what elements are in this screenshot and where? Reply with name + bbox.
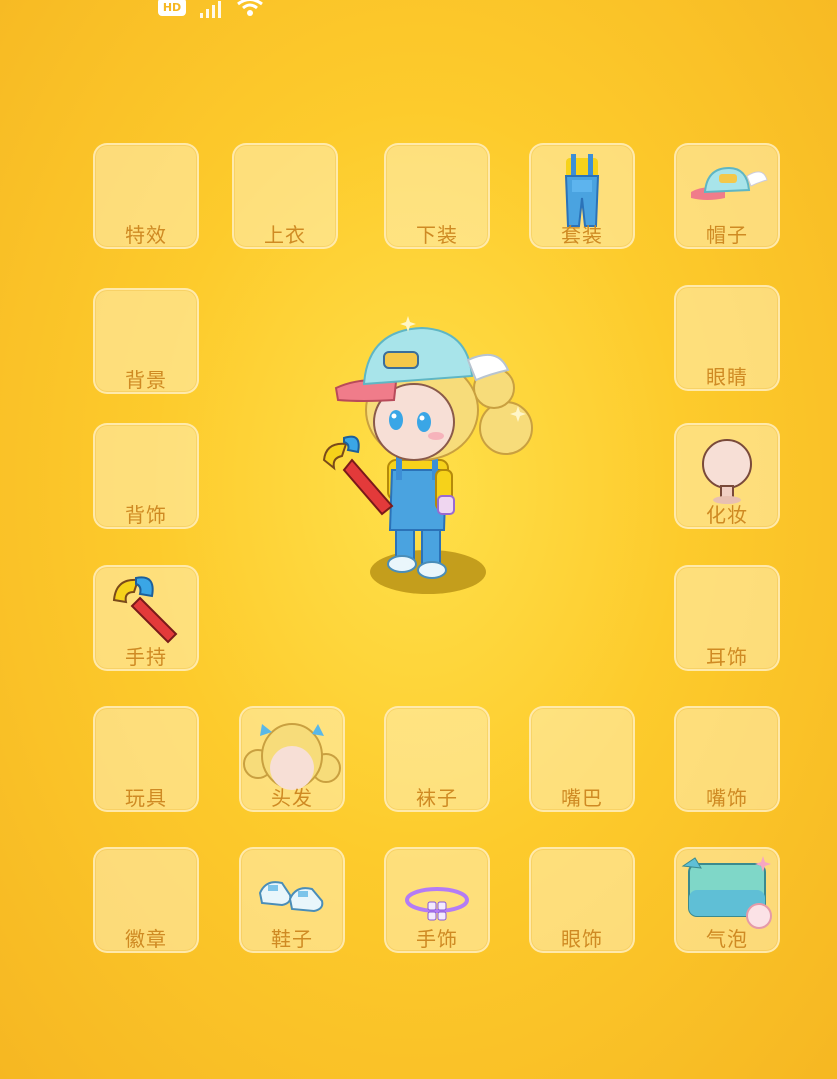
slot-label: 眼睛 bbox=[706, 365, 748, 389]
slot-yanshi[interactable]: 眼饰 bbox=[529, 847, 635, 953]
slot-label: 眼饰 bbox=[561, 927, 603, 951]
bracelet-icon bbox=[405, 887, 469, 921]
slot-label: 套装 bbox=[561, 223, 603, 247]
slot-shouchi[interactable]: 手持 bbox=[93, 565, 199, 671]
wifi-icon bbox=[237, 0, 263, 16]
slot-label: 上衣 bbox=[264, 223, 306, 247]
slot-huizhang[interactable]: 徽章 bbox=[93, 847, 199, 953]
slot-label: 下装 bbox=[416, 223, 458, 247]
slot-label: 头发 bbox=[271, 786, 313, 810]
slot-label: 手饰 bbox=[416, 927, 458, 951]
overalls-icon bbox=[564, 153, 600, 227]
slot-label: 耳饰 bbox=[706, 645, 748, 669]
slot-label: 玩具 bbox=[125, 786, 167, 810]
slot-beishi[interactable]: 背饰 bbox=[93, 423, 199, 529]
slot-shangyi[interactable]: 上衣 bbox=[232, 143, 338, 249]
signal-icon bbox=[200, 0, 221, 18]
slot-zuiba[interactable]: 嘴巴 bbox=[529, 706, 635, 812]
slot-label: 帽子 bbox=[706, 223, 748, 247]
slot-shoushi[interactable]: 手饰 bbox=[384, 847, 490, 953]
slot-qipao[interactable]: 气泡 bbox=[674, 847, 780, 953]
slot-label: 气泡 bbox=[706, 927, 748, 951]
slot-label: 嘴巴 bbox=[561, 786, 603, 810]
slot-label: 特效 bbox=[125, 223, 167, 247]
slot-label: 手持 bbox=[125, 645, 167, 669]
slot-wanju[interactable]: 玩具 bbox=[93, 706, 199, 812]
slot-toufa[interactable]: 头发 bbox=[239, 706, 345, 812]
head-mannequin-icon bbox=[702, 438, 752, 504]
hd-badge: HD bbox=[158, 0, 186, 16]
slot-label: 袜子 bbox=[416, 786, 458, 810]
slot-zuishi[interactable]: 嘴饰 bbox=[674, 706, 780, 812]
slot-yanjing[interactable]: 眼睛 bbox=[674, 285, 780, 391]
slot-label: 化妆 bbox=[706, 503, 748, 527]
chat-bubble-icon bbox=[681, 855, 772, 929]
slot-maozi[interactable]: 帽子 bbox=[674, 143, 780, 249]
slot-taozhuang[interactable]: 套装 bbox=[529, 143, 635, 249]
slot-label: 嘴饰 bbox=[706, 786, 748, 810]
slot-beijing[interactable]: 背景 bbox=[93, 288, 199, 394]
slot-wazi[interactable]: 袜子 bbox=[384, 706, 490, 812]
slot-label: 鞋子 bbox=[271, 927, 313, 951]
slot-xiazhuang[interactable]: 下装 bbox=[384, 143, 490, 249]
avatar bbox=[322, 316, 533, 594]
slot-huazhuang[interactable]: 化妆 bbox=[674, 423, 780, 529]
slot-ershi[interactable]: 耳饰 bbox=[674, 565, 780, 671]
slot-label: 背景 bbox=[125, 368, 167, 392]
slot-label: 徽章 bbox=[125, 927, 167, 951]
winged-cap-icon bbox=[691, 166, 768, 200]
slot-label: 背饰 bbox=[125, 503, 167, 527]
slot-xiezi[interactable]: 鞋子 bbox=[239, 847, 345, 953]
wrench-icon bbox=[112, 576, 178, 644]
sneakers-icon bbox=[258, 881, 324, 912]
status-bar: HD bbox=[158, 0, 265, 22]
slot-texiao[interactable]: 特效 bbox=[93, 143, 199, 249]
